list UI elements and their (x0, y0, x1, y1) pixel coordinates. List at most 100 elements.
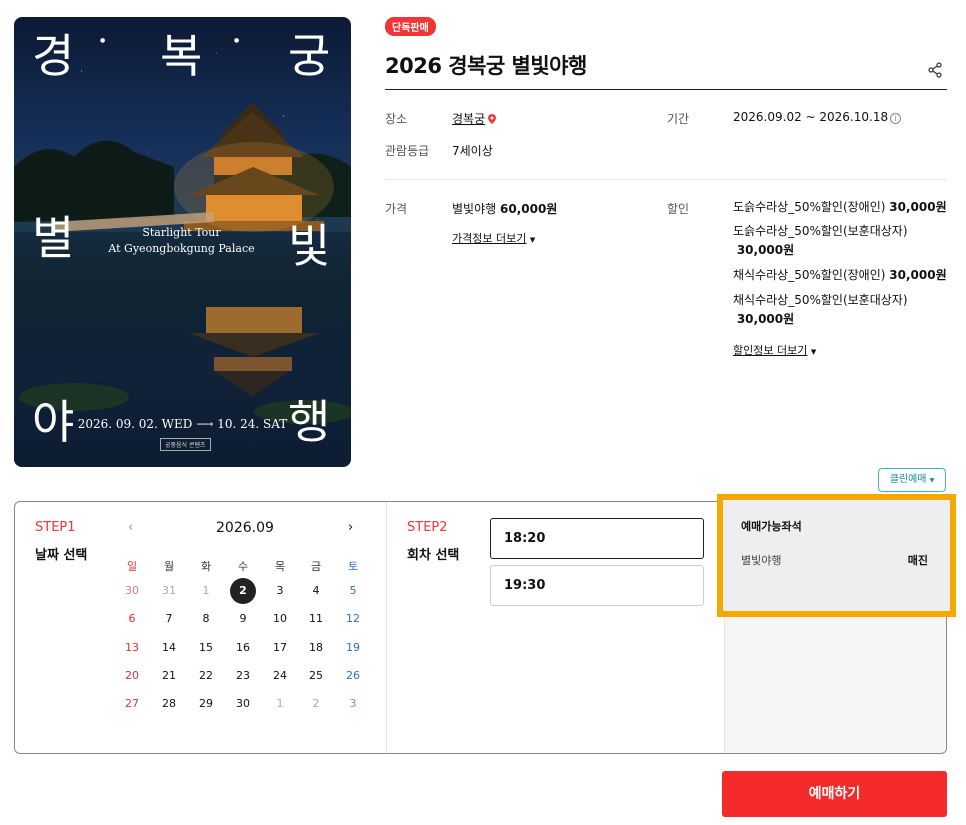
calendar-day[interactable]: 17 (265, 635, 295, 661)
weekday-label: 수 (237, 560, 249, 573)
calendar-month: 2026.09 (216, 520, 274, 536)
weekday-label: 목 (274, 560, 286, 573)
section-divider (385, 179, 947, 180)
title-divider (385, 89, 947, 90)
calendar-day[interactable]: 16 (228, 635, 258, 661)
discount-name: 도슭수라상_50%할인(장애인) (733, 200, 886, 214)
rating-label: 관람등급 (385, 144, 430, 158)
clean-booking-button[interactable]: 클린예매 ▼ (878, 468, 946, 492)
calendar-day[interactable]: 13 (117, 635, 147, 661)
period-value: 2026.09.02 ~ 2026.10.18 i (733, 110, 902, 124)
calendar-day[interactable]: 24 (265, 663, 295, 689)
venue-name[interactable]: 경복궁 (452, 112, 485, 126)
venue-label: 장소 (385, 112, 408, 126)
discount-more-link[interactable]: 할인정보 더보기 ▼ (733, 342, 816, 358)
calendar-day[interactable]: 11 (301, 606, 331, 632)
discount-item: 채식수라상_50%할인(보훈대상자) 30,000원 (733, 291, 948, 329)
discount-item: 도슭수라상_50%할인(장애인) 30,000원 (733, 198, 948, 217)
discount-price: 30,000원 (736, 312, 795, 327)
calendar-day[interactable]: 26 (338, 663, 368, 689)
calendar-day[interactable]: 29 (191, 691, 221, 717)
discount-label: 할인 (667, 202, 690, 216)
time-option[interactable]: 19:30 (490, 565, 704, 606)
poster-char: 빛 (288, 219, 331, 273)
poster-char: 별 (32, 211, 75, 265)
calendar-prev-button[interactable]: ‹ (128, 520, 133, 535)
location-pin-icon (488, 114, 497, 124)
price-value: 60,000원 (500, 202, 558, 216)
calendar-day[interactable]: 5 (338, 578, 368, 604)
calendar-day[interactable]: 28 (154, 691, 184, 717)
calendar-day[interactable]: 12 (338, 606, 368, 632)
calendar-day[interactable]: 3 (265, 578, 295, 604)
time-option-selected[interactable]: 18:20 (490, 518, 704, 559)
price-more-link[interactable]: 가격정보 더보기 ▼ (452, 230, 535, 246)
period-label: 기간 (667, 112, 690, 126)
calendar-day[interactable]: 18 (301, 635, 331, 661)
calendar-day[interactable]: 6 (117, 606, 147, 632)
calendar-day[interactable]: 27 (117, 691, 147, 717)
poster-logo-left: ● (100, 37, 106, 44)
calendar-day[interactable]: 10 (265, 606, 295, 632)
seat-status: 매진 (907, 554, 928, 567)
page-title: 2026 경복궁 별빛야행 (385, 54, 587, 78)
seats-title: 예매가능좌석 (741, 520, 802, 533)
poster-dates: 2026. 09. 02. WED ⟶ 10. 24. SAT (77, 417, 288, 431)
rating-value: 7세이상 (452, 144, 493, 158)
step2-name: 회차 선택 (407, 548, 460, 563)
step1-name: 날짜 선택 (35, 548, 88, 563)
discount-more-text[interactable]: 할인정보 더보기 (733, 344, 807, 357)
weekday-label: 월 (163, 560, 175, 573)
info-icon[interactable]: i (890, 113, 902, 124)
discount-price: 30,000원 (889, 200, 947, 214)
discount-name: 도슭수라상_50%할인(보훈대상자) (733, 224, 908, 238)
calendar-day[interactable]: 25 (301, 663, 331, 689)
calendar-day-selected[interactable]: 2 (230, 578, 256, 604)
clean-booking-label: 클린예매 (889, 474, 927, 485)
step2-number: STEP2 (407, 520, 448, 535)
calendar-day[interactable]: 9 (228, 606, 258, 632)
discount-item: 도슭수라상_50%할인(보훈대상자) 30,000원 (733, 222, 948, 260)
caret-down-icon: ▼ (810, 348, 817, 356)
calendar-day[interactable]: 15 (191, 635, 221, 661)
calendar-day: 1 (276, 697, 284, 710)
calendar-day: 3 (349, 697, 357, 710)
calendar-day[interactable]: 7 (154, 606, 184, 632)
discount-price: 30,000원 (736, 243, 795, 258)
calendar-day: 30 (125, 584, 139, 597)
calendar-day[interactable]: 19 (338, 635, 368, 661)
share-icon[interactable] (927, 62, 943, 82)
poster-subtitle-line: At Gyeongbokgung Palace (108, 241, 255, 255)
poster-subtitle: Starlight Tour At Gyeongbokgung Palace (94, 225, 269, 257)
weekday-label: 토 (347, 560, 359, 573)
poster-char: 복 (160, 29, 203, 83)
weekday-label: 화 (200, 560, 212, 573)
calendar-day[interactable]: 30 (228, 691, 258, 717)
price-row: 별빛야행 60,000원 (452, 200, 557, 217)
exclusive-badge: 단독판매 (385, 17, 436, 36)
poster-credit: 궁중음식 콘텐츠 (160, 438, 211, 451)
event-poster: ● ● 경 복 궁 별 빛 야 행 Starlight Tour At Gyeo… (14, 17, 351, 467)
column-divider (386, 502, 387, 753)
reserve-button[interactable]: 예매하기 (722, 771, 947, 817)
calendar-next-button[interactable]: › (348, 520, 353, 535)
price-more-text[interactable]: 가격정보 더보기 (452, 232, 526, 245)
discount-name: 채식수라상_50%할인(보훈대상자) (733, 293, 908, 307)
calendar-day[interactable]: 22 (191, 663, 221, 689)
calendar-day[interactable]: 14 (154, 635, 184, 661)
seat-name: 별빛야행 (741, 554, 782, 567)
calendar-day: 2 (312, 697, 320, 710)
venue-link[interactable]: 경복궁 (452, 110, 497, 127)
price-name: 별빛야행 (452, 202, 497, 216)
step1-number: STEP1 (35, 520, 76, 535)
calendar-day[interactable]: 8 (191, 606, 221, 632)
discount-item: 채식수라상_50%할인(장애인) 30,000원 (733, 266, 948, 285)
calendar-day[interactable]: 20 (117, 663, 147, 689)
poster-logo-right: ● (234, 37, 240, 44)
poster-char: 궁 (288, 29, 331, 83)
calendar-day: 1 (202, 584, 210, 597)
calendar-day[interactable]: 21 (154, 663, 184, 689)
caret-down-icon: ▼ (929, 477, 935, 484)
calendar-day[interactable]: 23 (228, 663, 258, 689)
calendar-day[interactable]: 4 (301, 578, 331, 604)
